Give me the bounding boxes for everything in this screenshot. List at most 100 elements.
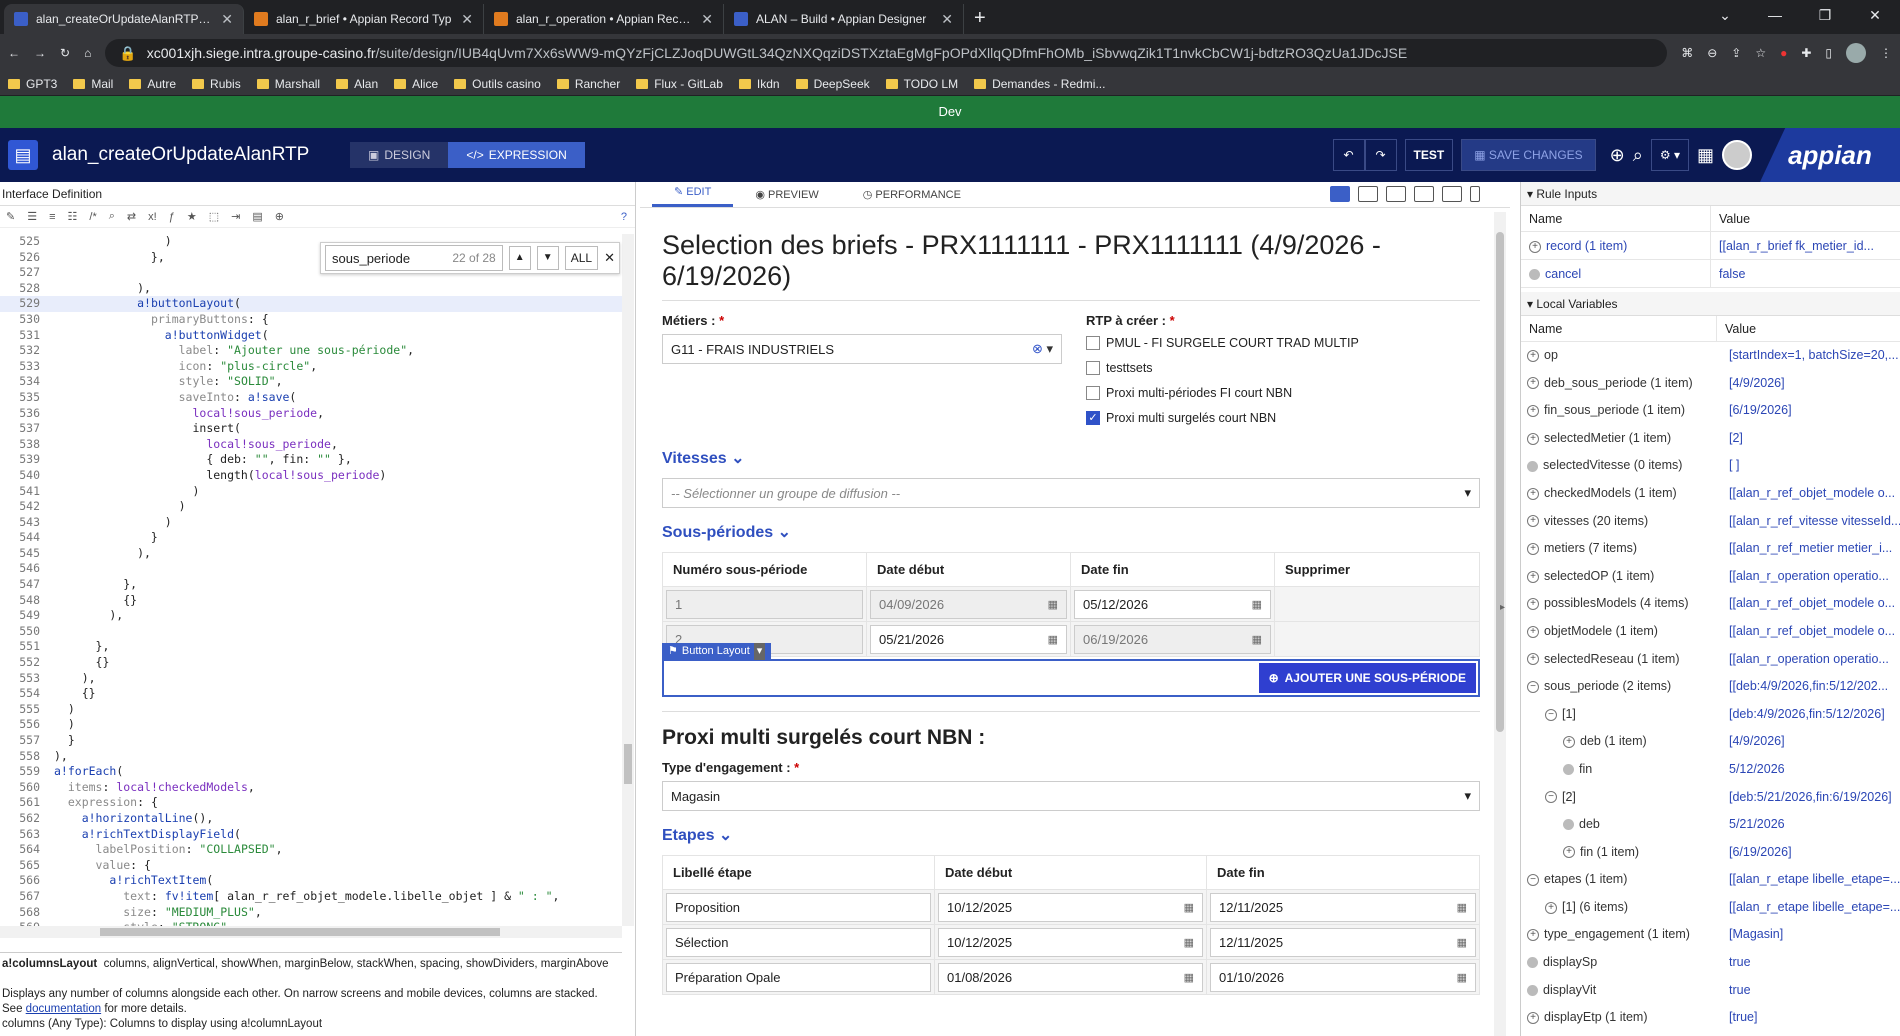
browser-tab[interactable]: alan_r_brief • Appian Record Typ ✕: [244, 4, 484, 34]
local-variable-value[interactable]: [[alan_r_etape libelle_etape=...: [1723, 866, 1900, 894]
object-icon[interactable]: ⬚: [209, 210, 219, 223]
local-variable-value[interactable]: [[alan_r_ref_objet_modele o...: [1723, 480, 1900, 508]
tab-preview[interactable]: ◉ PREVIEW: [733, 188, 840, 207]
checkbox-unchecked[interactable]: [1086, 335, 1100, 350]
find-close-icon[interactable]: ✕: [604, 250, 615, 266]
local-variable-row[interactable]: + fin (1 item) [6/19/2026]: [1527, 839, 1900, 867]
bookmark-item[interactable]: Flux - GitLab: [636, 77, 723, 91]
expand-icon[interactable]: +: [1527, 542, 1539, 555]
rule-input-row[interactable]: cancel false: [1521, 260, 1900, 288]
local-variables-header[interactable]: ▾ Local Variables: [1521, 292, 1900, 316]
back-icon[interactable]: ←: [8, 46, 20, 60]
find-all-button[interactable]: ALL: [564, 246, 599, 270]
phone-icon[interactable]: [1470, 186, 1480, 202]
bookmark-item[interactable]: TODO LM: [885, 77, 958, 91]
format-icon[interactable]: ✎: [6, 210, 15, 223]
bookmark-item[interactable]: Rancher: [556, 77, 620, 91]
bookmark-item[interactable]: Alice: [394, 77, 438, 91]
local-variable-row[interactable]: selectedVitesse (0 items) [ ]: [1527, 452, 1900, 480]
editor-horizontal-scrollbar[interactable]: [0, 926, 622, 938]
libelle-field[interactable]: Préparation Opale: [666, 962, 931, 992]
etape-debut-field[interactable]: 01/08/2026 ▦: [938, 962, 1203, 992]
local-variable-value[interactable]: 5/12/2026: [1723, 756, 1900, 784]
bookmark-item[interactable]: Marshall: [256, 77, 320, 91]
expand-icon[interactable]: +: [1527, 625, 1539, 638]
function-icon[interactable]: x!: [148, 211, 157, 223]
query-icon[interactable]: ⊕: [275, 210, 284, 223]
expand-icon[interactable]: +: [1527, 404, 1539, 417]
expand-icon[interactable]: +: [1529, 240, 1541, 253]
local-variable-row[interactable]: displaySp true: [1527, 949, 1900, 977]
local-variable-row[interactable]: + metiers (7 items) [[alan_r_ref_metier me…: [1527, 535, 1900, 563]
outdent-icon[interactable]: ≡: [49, 211, 55, 223]
etape-debut-field[interactable]: 10/12/2025 ▦: [938, 927, 1203, 957]
vitesses-dropdown[interactable]: -- Sélectionner un groupe de diffusion -…: [662, 478, 1480, 508]
local-variable-row[interactable]: + deb_sous_periode (1 item) [4/9/2026]: [1527, 370, 1900, 398]
local-variable-row[interactable]: + deb (1 item) [4/9/2026]: [1527, 728, 1900, 756]
close-tab-icon[interactable]: ✕: [221, 11, 233, 28]
local-variable-row[interactable]: − etapes (1 item) [[alan_r_etape libelle_e…: [1527, 866, 1900, 894]
checkbox-unchecked[interactable]: [1086, 360, 1100, 375]
local-variable-value[interactable]: [[deb:4/9/2026,fin:5/12/202...: [1723, 673, 1900, 701]
add-sous-periode-button[interactable]: ⊕ AJOUTER UNE SOUS-PÉRIODE: [1258, 663, 1476, 693]
local-variable-value[interactable]: [[alan_r_operation operatio...: [1723, 563, 1900, 591]
clear-icon[interactable]: ⊗ ▾: [1032, 341, 1053, 357]
local-variable-value[interactable]: [deb:4/9/2026,fin:5/12/2026]: [1723, 701, 1900, 729]
local-variable-row[interactable]: + vitesses (20 items) [[alan_r_ref_vitesse…: [1527, 508, 1900, 536]
expand-icon[interactable]: +: [1527, 487, 1539, 500]
rule-icon[interactable]: ƒ: [169, 211, 175, 223]
local-variable-row[interactable]: + type_engagement (1 item) [Magasin]: [1527, 921, 1900, 949]
local-variable-value[interactable]: [[alan_r_ref_objet_modele o...: [1723, 618, 1900, 646]
undo-button[interactable]: ↶: [1332, 139, 1365, 171]
local-variable-row[interactable]: + possiblesModels (4 items) [[alan_r_ref_o…: [1527, 590, 1900, 618]
bookmark-item[interactable]: DeepSeek: [795, 77, 870, 91]
button-layout-selected[interactable]: ⚑ Button Layout ▾ ⊕ AJOUTER UNE SOUS-PÉRIOD…: [662, 643, 1480, 697]
local-variable-value[interactable]: [[alan_r_ref_metier metier_i...: [1723, 535, 1900, 563]
restore-icon[interactable]: ❐: [1800, 0, 1850, 34]
settings-menu-button[interactable]: ⚙ ▾: [1650, 139, 1689, 171]
reload-icon[interactable]: ↻: [60, 46, 70, 60]
expand-icon[interactable]: +: [1527, 653, 1539, 666]
etape-debut-field[interactable]: 10/12/2025 ▦: [938, 892, 1203, 922]
collapse-right-icon[interactable]: ▸: [1500, 602, 1505, 613]
minimize-icon[interactable]: —: [1750, 0, 1800, 34]
local-variable-value[interactable]: [[alan_r_ref_vitesse vitesseId...: [1723, 508, 1900, 536]
bookmark-item[interactable]: Rubis: [192, 77, 241, 91]
etape-fin-field[interactable]: 12/11/2025 ▦: [1210, 927, 1476, 957]
editor-vertical-scrollbar[interactable]: [622, 234, 634, 926]
date-debut-field[interactable]: 05/21/2026 ▦: [870, 624, 1067, 654]
bookmark-item[interactable]: Alan: [336, 77, 378, 91]
calendar-icon[interactable]: ▦: [1184, 971, 1194, 984]
local-variable-value[interactable]: 5/21/2026: [1723, 811, 1900, 839]
find-input[interactable]: sous_periode 22 of 28: [325, 245, 503, 271]
local-variable-value[interactable]: [4/9/2026]: [1723, 728, 1900, 756]
expand-icon[interactable]: +: [1527, 598, 1539, 611]
url-field[interactable]: 🔒 xc001xjh.siege.intra.groupe-casino.fr/…: [105, 39, 1668, 67]
code-editor[interactable]: 525 ) 526 }, 527 528 ), 529 a!buttonLayout(5…: [0, 234, 622, 926]
calendar-icon[interactable]: ▦: [1184, 936, 1194, 949]
collapse-icon[interactable]: −: [1527, 874, 1539, 887]
save-changes-button[interactable]: ▦ SAVE CHANGES: [1461, 139, 1596, 171]
expand-icon[interactable]: +: [1527, 432, 1539, 445]
close-tab-icon[interactable]: ✕: [941, 11, 953, 28]
calendar-icon[interactable]: ▦: [1184, 901, 1194, 914]
local-variable-value[interactable]: [startIndex=1, batchSize=20,...: [1723, 342, 1900, 370]
local-variable-value[interactable]: true: [1723, 977, 1900, 1005]
expand-icon[interactable]: +: [1563, 736, 1575, 749]
local-variable-row[interactable]: + selectedMetier (1 item) [2]: [1527, 425, 1900, 453]
local-variable-row[interactable]: fin 5/12/2026: [1527, 756, 1900, 784]
local-variable-row[interactable]: − [1] [deb:4/9/2026,fin:5/12/2026]: [1527, 701, 1900, 729]
metiers-dropdown[interactable]: G11 - FRAIS INDUSTRIELS ⊗ ▾: [662, 334, 1062, 364]
menu-icon[interactable]: ⋮: [1880, 46, 1892, 60]
local-variable-value[interactable]: true: [1723, 949, 1900, 977]
local-variable-row[interactable]: + fin_sous_periode (1 item) [6/19/2026]: [1527, 397, 1900, 425]
local-variable-value[interactable]: [true]: [1723, 1004, 1900, 1032]
calendar-icon[interactable]: ▦: [1457, 971, 1467, 984]
laptop-icon[interactable]: [1386, 186, 1406, 202]
apps-grid-icon[interactable]: ▦: [1697, 145, 1714, 166]
sidebar-icon[interactable]: ▯: [1825, 46, 1832, 60]
profile-avatar[interactable]: [1846, 43, 1866, 63]
local-variable-row[interactable]: + selectedReseau (1 item) [[alan_r_operati…: [1527, 646, 1900, 674]
local-variable-row[interactable]: + objetModele (1 item) [[alan_r_ref_objet_…: [1527, 618, 1900, 646]
bookmark-item[interactable]: Autre: [129, 77, 176, 91]
